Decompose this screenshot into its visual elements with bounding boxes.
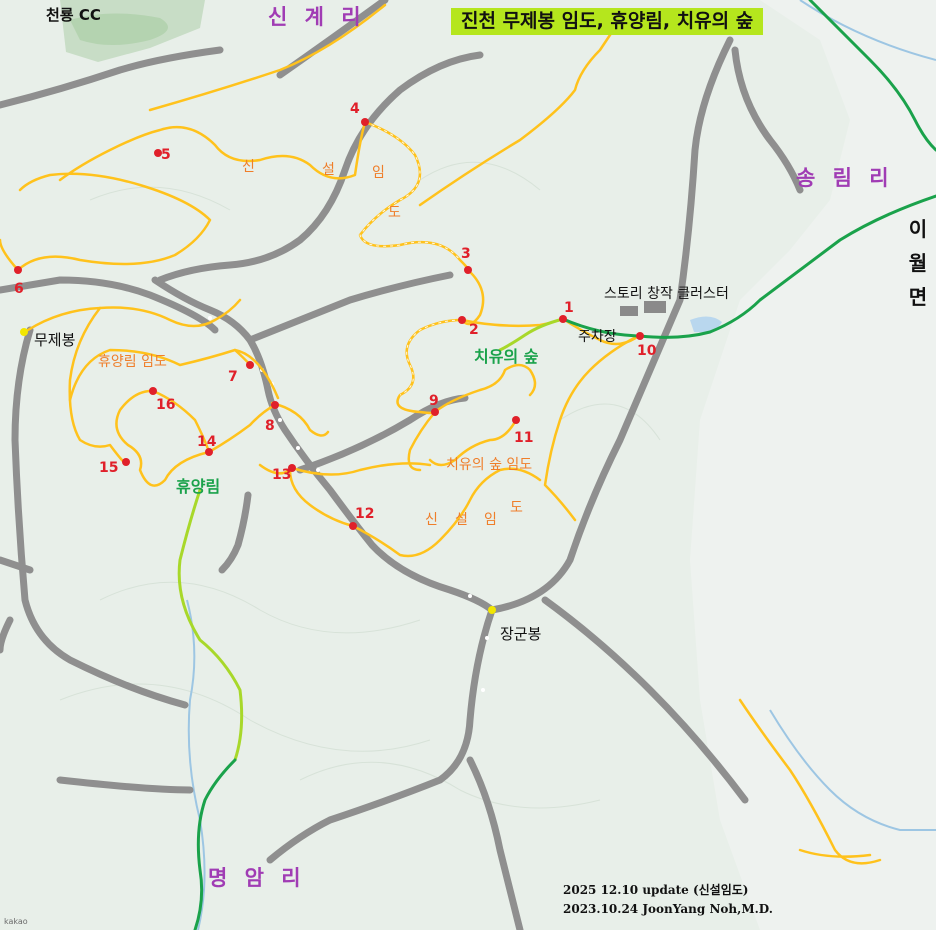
parking-label: 주차장 (578, 329, 617, 345)
trail-map[interactable]: 진천 무제봉 임도, 휴양림, 치유의 숲 천룡 CC 신 계 리 송 림 리 … (0, 0, 936, 930)
district-char: 면 (908, 285, 928, 309)
route-char: 임 (372, 165, 385, 181)
village-label-myeongam: 명 암 리 (208, 866, 306, 890)
waypoint-number[interactable]: 10 (637, 344, 656, 358)
route-char: 임 (484, 512, 497, 528)
map-title: 진천 무제봉 임도, 휴양림, 치유의 숲 (451, 8, 764, 35)
summit-label-janggunbong: 장군봉 (500, 625, 542, 643)
waypoint-number[interactable]: 6 (14, 282, 24, 296)
waypoint-number[interactable]: 15 (99, 461, 118, 475)
waypoint-number[interactable]: 1 (564, 301, 574, 315)
route-char: 신 (425, 512, 438, 528)
route-char: 설 (322, 162, 335, 178)
route-char: 설 (455, 512, 468, 528)
waypoint-number[interactable]: 11 (514, 431, 533, 445)
route-label-chiyu-imdo: 치유의 숲 임도 (446, 457, 533, 473)
village-label-songnim: 송 림 리 (796, 166, 894, 190)
waypoint-number[interactable]: 16 (156, 398, 175, 412)
route-label-chiyu: 치유의 숲 (474, 347, 539, 366)
waypoint-number[interactable]: 5 (161, 148, 171, 162)
village-label-singye: 신 계 리 (268, 5, 366, 29)
story-cluster-label: 스토리 창작 클러스터 (604, 286, 729, 302)
waypoint-number[interactable]: 2 (469, 323, 479, 337)
district-label-iwol: 이 월 면 (906, 212, 930, 314)
waypoint-number[interactable]: 9 (429, 394, 439, 408)
summit-label-mujebong: 무제봉 (34, 331, 76, 349)
route-label-hyuyang-imdo: 휴양림 임도 (98, 354, 167, 370)
waypoint-number[interactable]: 14 (197, 435, 216, 449)
author-credit: 2023.10.24 JoonYang Noh,M.D. (563, 902, 773, 916)
map-attribution: kakao (4, 917, 28, 926)
building-icon (620, 306, 638, 316)
waypoint-number[interactable]: 7 (228, 370, 238, 384)
summit-marker (488, 606, 496, 614)
building-icon (644, 301, 666, 313)
waypoint-number[interactable]: 4 (350, 102, 360, 116)
waypoint-number[interactable]: 12 (355, 507, 374, 521)
district-char: 월 (908, 251, 928, 275)
route-char: 신 (242, 159, 255, 175)
district-char: 이 (908, 217, 928, 241)
waypoint-number[interactable]: 3 (461, 247, 471, 261)
route-char: 도 (510, 500, 523, 516)
waypoint-number[interactable]: 8 (265, 419, 275, 433)
summit-marker (20, 328, 28, 336)
golf-course-label: 천룡 CC (46, 6, 101, 24)
update-credit: 2025 12.10 update (신설임도) (563, 883, 749, 897)
route-label-hyuyangnim: 휴양림 (176, 477, 221, 496)
route-char: 도 (388, 205, 401, 221)
waypoint-number[interactable]: 13 (272, 468, 291, 482)
